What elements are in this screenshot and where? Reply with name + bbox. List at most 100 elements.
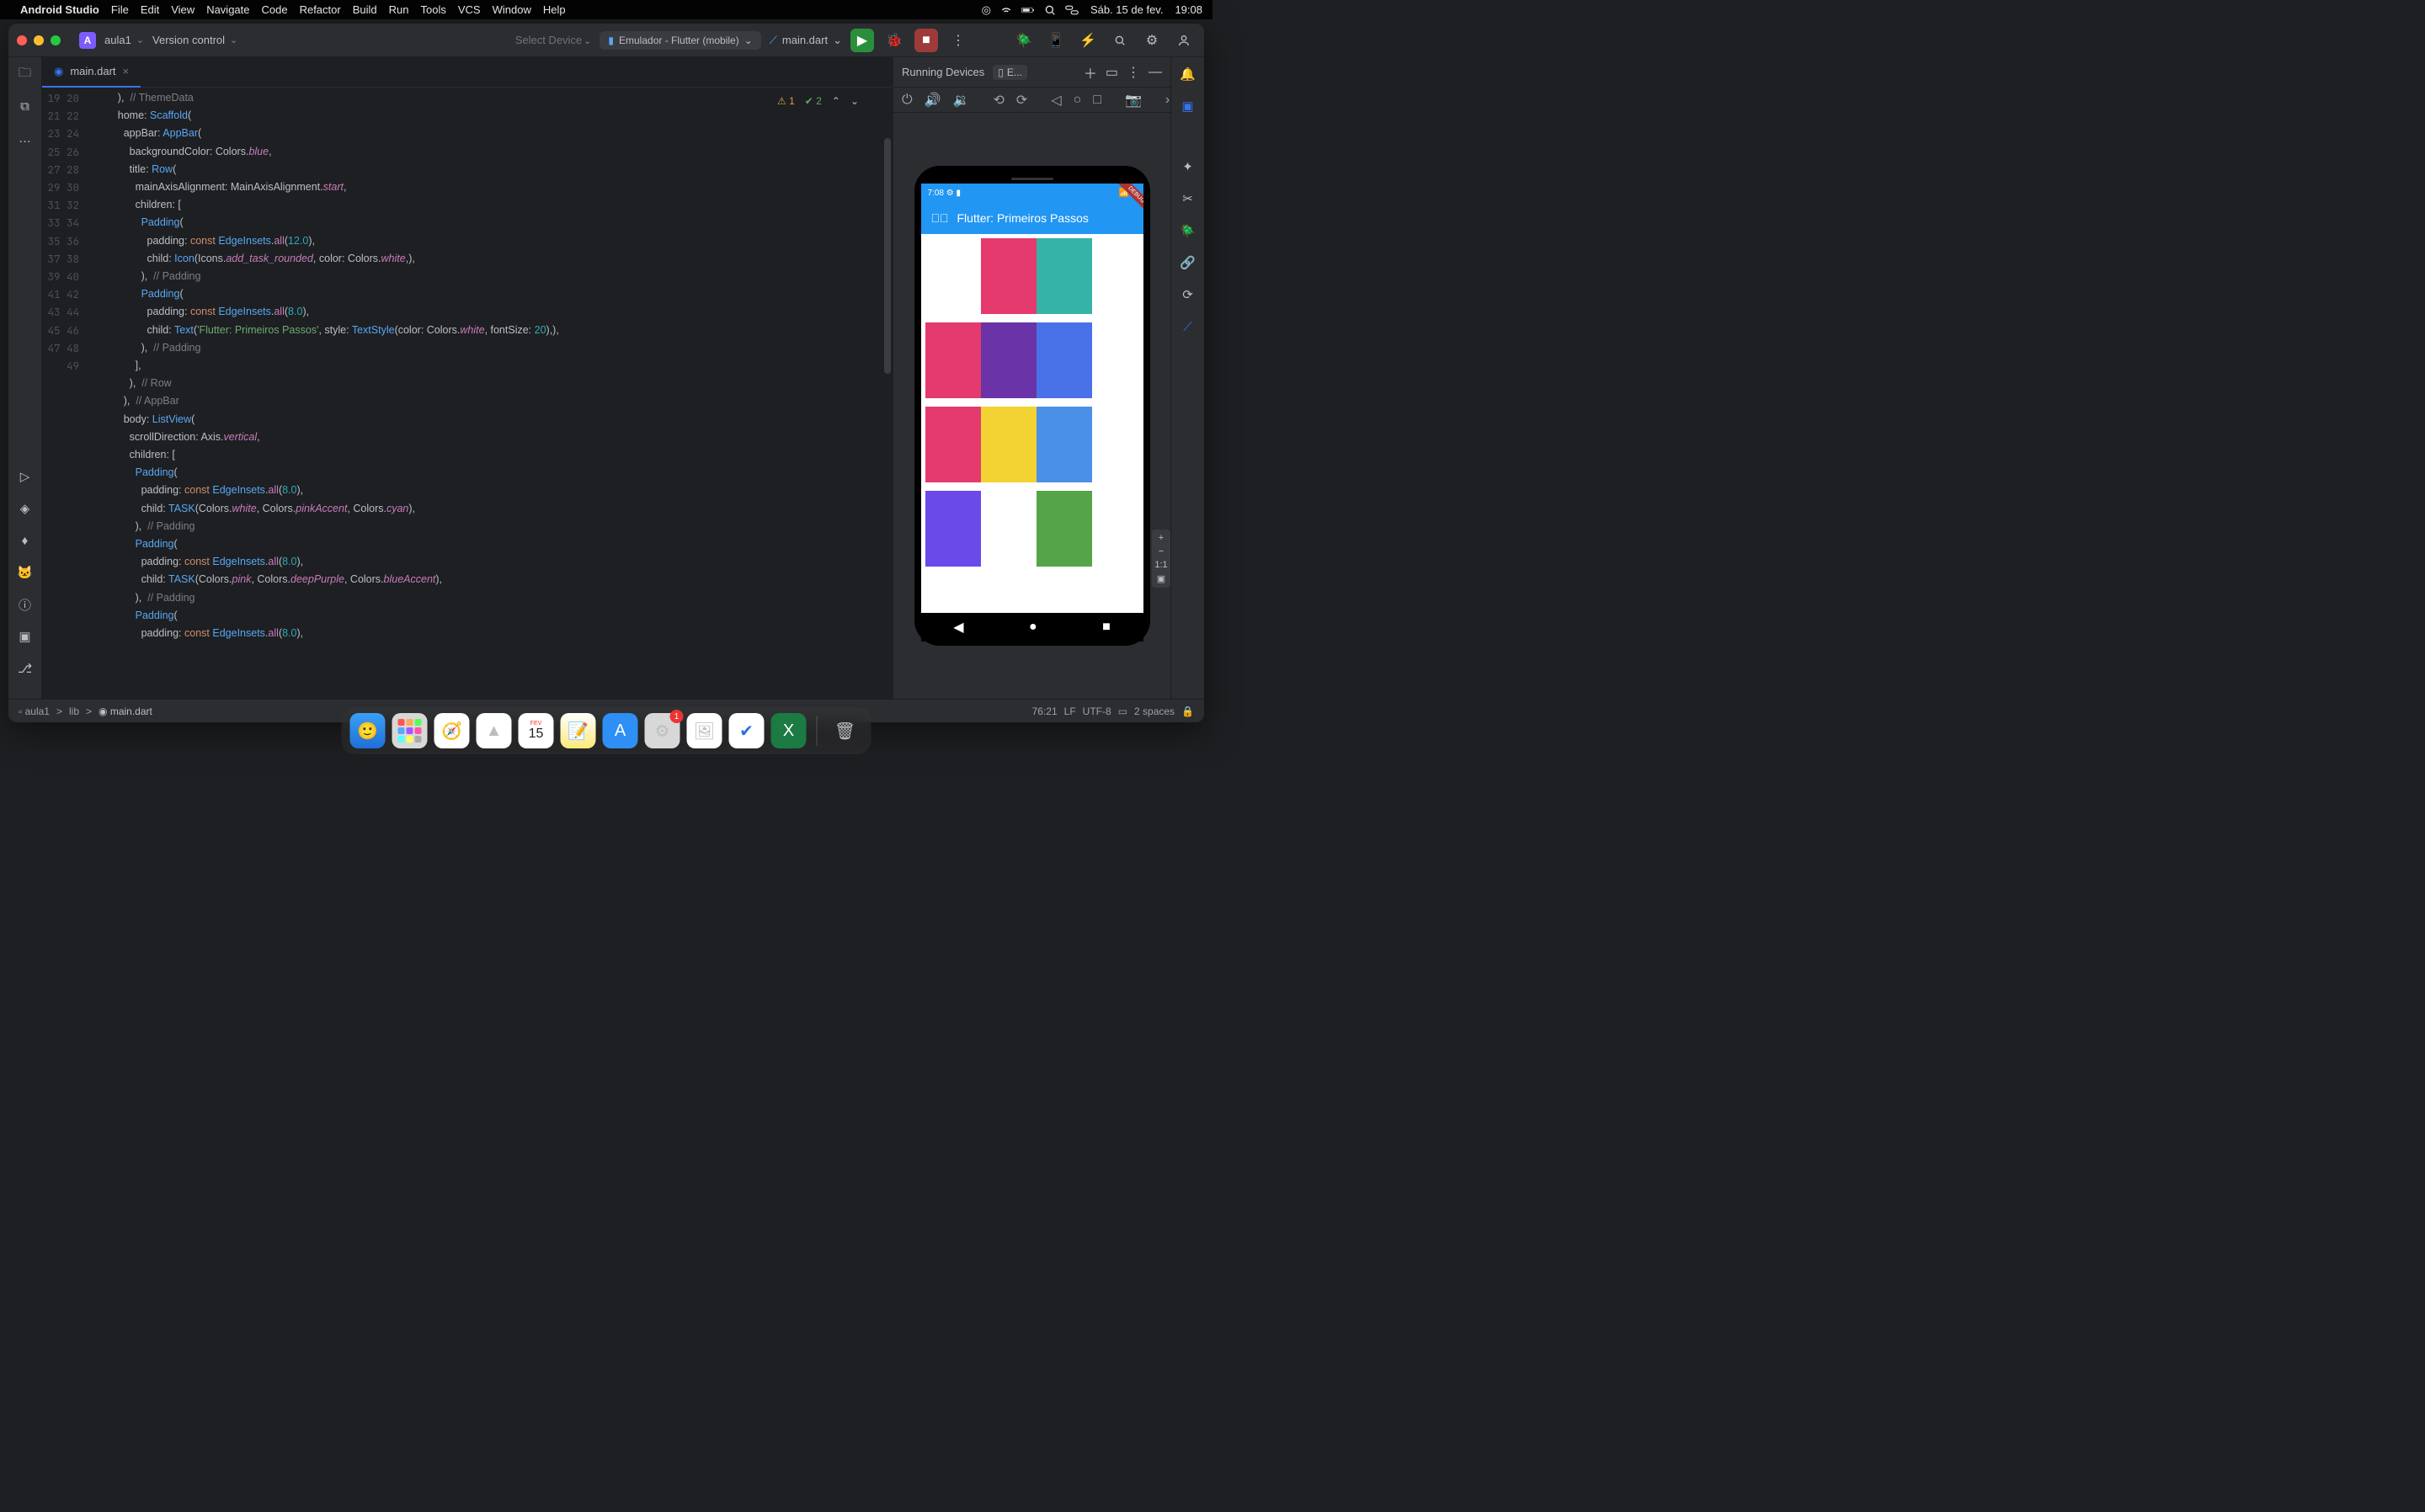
device-tab[interactable]: ▯E... [993, 65, 1027, 80]
bug2-icon[interactable]: 🪲 [1178, 221, 1198, 241]
editor-scrollbar[interactable] [884, 138, 891, 374]
expand-down-icon[interactable]: ⌄ [850, 93, 859, 110]
screenshot-icon[interactable]: 📷 [1125, 92, 1142, 109]
dock-todo[interactable]: ✔ [729, 713, 765, 748]
breadcrumb-file[interactable]: ◉ main.dart [99, 705, 152, 717]
home-icon[interactable]: ○ [1074, 93, 1082, 108]
dock-appstore[interactable]: A [603, 713, 638, 748]
menu-refactor[interactable]: Refactor [300, 3, 341, 16]
run-config[interactable]: ⟋ main.dart ⌄ [770, 34, 842, 47]
phone-content[interactable] [921, 234, 1143, 571]
window-mode-icon[interactable]: ▭ [1106, 64, 1118, 81]
menu-run[interactable]: Run [389, 3, 409, 16]
menu-file[interactable]: File [111, 3, 129, 16]
menu-vcs[interactable]: VCS [458, 3, 481, 16]
volume-up-icon[interactable]: 🔊 [925, 92, 941, 109]
dock-androidstudio[interactable]: ▲ [477, 713, 512, 748]
tab-main-dart[interactable]: ◉ main.dart × [42, 57, 141, 88]
phone-screen[interactable]: 7:08 ⚙ ▮ 📶 ▮ ✔⃝ Flutter: Primeiros Passo… [921, 184, 1143, 613]
structure-tool-icon[interactable]: ⧉ [15, 96, 35, 116]
dock-trash[interactable]: 🗑 [828, 713, 863, 748]
dock-launchpad[interactable] [392, 713, 428, 748]
debug-button[interactable]: 🐞 [882, 29, 906, 52]
next-icon[interactable]: › [1165, 93, 1170, 108]
dock-preview[interactable]: 🖼 [687, 713, 722, 748]
menu-code[interactable]: Code [262, 3, 288, 16]
warning-indicator[interactable]: ⚠ 1 [777, 93, 795, 110]
zoom-fit-icon[interactable]: ▣ [1157, 573, 1165, 584]
minimize-panel-icon[interactable]: — [1149, 65, 1162, 80]
wifi-icon[interactable] [999, 3, 1013, 17]
control-center-icon[interactable] [1065, 3, 1079, 17]
target-device[interactable]: ▮ Emulador - Flutter (mobile) ⌄ [600, 31, 760, 50]
project-badge[interactable]: A [79, 32, 96, 49]
phone-home-icon[interactable]: ● [1029, 620, 1037, 635]
volume-down-icon[interactable]: 🔉 [953, 92, 970, 109]
link-icon[interactable]: 🔗 [1178, 253, 1198, 273]
select-device[interactable]: Select Device [515, 34, 592, 46]
inspector-tool-icon[interactable]: ♦ [15, 530, 35, 551]
menu-view[interactable]: View [171, 3, 195, 16]
attach-debugger-icon[interactable]: 🪲 [1012, 29, 1036, 52]
run-tool-icon[interactable]: ▷ [15, 466, 35, 487]
phone-back-icon[interactable]: ◀ [953, 619, 963, 636]
indent-setting[interactable]: 2 spaces [1134, 705, 1175, 717]
cat-tool-icon[interactable]: 🐱 [15, 562, 35, 583]
tools-icon[interactable]: ✂ [1178, 189, 1198, 209]
menu-build[interactable]: Build [353, 3, 377, 16]
menu-edit[interactable]: Edit [141, 3, 159, 16]
code-area[interactable]: ), // ThemeData home: Scaffold( appBar: … [94, 88, 893, 699]
minimize-window-button[interactable] [34, 35, 44, 45]
maximize-window-button[interactable] [51, 35, 61, 45]
spotlight-icon[interactable] [1043, 3, 1057, 17]
flash-icon[interactable]: ⚡ [1076, 29, 1100, 52]
overview-icon[interactable]: □ [1093, 93, 1101, 108]
zoom-in-icon[interactable]: + [1159, 533, 1164, 543]
ok-indicator[interactable]: ✔ 2 [805, 93, 822, 110]
menu-window[interactable]: Window [493, 3, 531, 16]
rotate-right-icon[interactable]: ⟳ [1016, 92, 1027, 109]
menu-tools[interactable]: Tools [421, 3, 446, 16]
dock-safari[interactable]: 🧭 [434, 713, 470, 748]
vcs-selector[interactable]: Version control [152, 34, 237, 46]
zoom-out-icon[interactable]: − [1159, 546, 1164, 556]
more-actions-icon[interactable]: ⋮ [946, 29, 970, 52]
cursor-position[interactable]: 76:21 [1032, 705, 1058, 717]
dock-notes[interactable]: 📝 [561, 713, 596, 748]
project-tool-icon[interactable]: 🗀 [15, 64, 35, 84]
running-devices-tool-icon[interactable]: ▣ [1178, 96, 1198, 116]
more-tools-icon[interactable]: … [15, 128, 35, 148]
dock-settings[interactable]: ⚙ 1 [645, 713, 680, 748]
dock-finder[interactable]: 🙂 [350, 713, 386, 748]
breadcrumb-project[interactable]: ▫ aula1 [19, 705, 50, 717]
back-icon[interactable]: ◁ [1051, 92, 1061, 109]
close-window-button[interactable] [17, 35, 27, 45]
flutter-tool-icon[interactable]: ⟋ [1178, 317, 1198, 337]
reload-icon[interactable]: ⟳ [1178, 285, 1198, 305]
notifications-icon[interactable]: 🔔 [1178, 64, 1198, 84]
terminal-tool-icon[interactable]: ▣ [15, 626, 35, 647]
editor[interactable]: 19 20 21 22 23 24 25 26 27 28 29 30 31 3… [42, 88, 893, 699]
settings-icon[interactable]: ⚙ [1140, 29, 1164, 52]
search-icon[interactable] [1108, 29, 1132, 52]
breadcrumb-folder[interactable]: lib [69, 705, 79, 717]
power-icon[interactable]: ⏻ [902, 93, 913, 108]
menubar-time[interactable]: 19:08 [1175, 3, 1202, 16]
problems-tool-icon[interactable]: ⓘ [15, 594, 35, 615]
project-selector[interactable]: aula1 [104, 34, 144, 46]
inspection-indicators[interactable]: ⚠ 1 ✔ 2 ⌃ ⌄ [777, 93, 859, 110]
close-tab-icon[interactable]: × [123, 65, 130, 77]
flutter-outline-icon[interactable]: ◈ [15, 498, 35, 519]
screenrec-icon[interactable]: ◎ [982, 3, 991, 17]
menu-help[interactable]: Help [543, 3, 566, 16]
menubar-date[interactable]: Sáb. 15 de fev. [1090, 3, 1164, 16]
more-icon[interactable]: ⋮ [1127, 64, 1140, 81]
expand-up-icon[interactable]: ⌃ [832, 93, 840, 110]
add-device-icon[interactable]: ＋ [1084, 62, 1097, 83]
account-icon[interactable] [1172, 29, 1196, 52]
zoom-ratio[interactable]: 1:1 [1154, 560, 1167, 570]
battery-icon[interactable] [1021, 3, 1035, 17]
menubar-app[interactable]: Android Studio [20, 3, 99, 16]
stop-button[interactable]: ■ [914, 29, 938, 52]
rotate-left-icon[interactable]: ⟲ [994, 92, 1005, 109]
